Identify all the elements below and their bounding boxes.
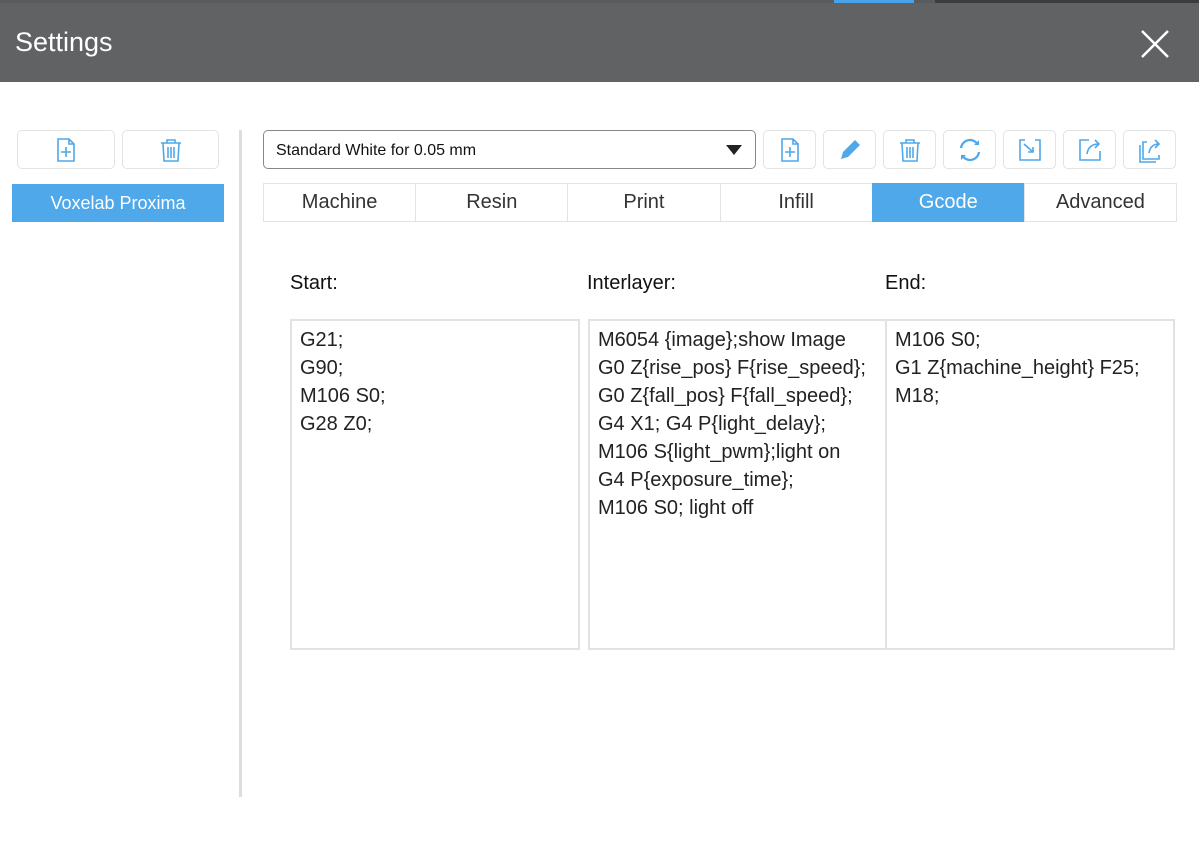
profile-select[interactable]: Standard White for 0.05 mm: [263, 130, 756, 169]
tab-machine[interactable]: Machine: [263, 183, 417, 222]
title-bar: Settings: [0, 3, 1199, 82]
trash-icon: [160, 138, 181, 162]
trash-icon: [899, 138, 920, 162]
interlayer-gcode-label: Interlayer:: [587, 272, 676, 294]
sidebar-divider: [239, 130, 242, 797]
machine-list-item[interactable]: Voxelab Proxima: [12, 184, 224, 222]
import-profile-button[interactable]: [1003, 130, 1056, 169]
tab-advanced[interactable]: Advanced: [1023, 183, 1178, 222]
new-file-icon: [57, 137, 75, 162]
delete-machine-button[interactable]: [122, 130, 219, 169]
end-gcode-label: End:: [885, 272, 927, 294]
export-icon: [1078, 138, 1101, 161]
tab-resin[interactable]: Resin: [415, 183, 569, 222]
new-file-icon: [780, 137, 799, 162]
tab-gcode[interactable]: Gcode: [871, 183, 1025, 222]
tab-infill[interactable]: Infill: [719, 183, 873, 222]
start-gcode-label: Start:: [290, 272, 338, 294]
new-profile-button[interactable]: [763, 130, 816, 169]
refresh-profile-button[interactable]: [943, 130, 996, 169]
tab-print[interactable]: Print: [567, 183, 721, 222]
chevron-down-icon: [726, 145, 742, 155]
pencil-icon: [840, 139, 860, 159]
settings-tabs: Machine Resin Print Infill Gcode Advance…: [263, 183, 1178, 222]
end-gcode-textarea[interactable]: M106 S0; G1 Z{machine_height} F25; M18;: [885, 319, 1175, 650]
delete-profile-button[interactable]: [883, 130, 936, 169]
profile-select-value: Standard White for 0.05 mm: [276, 142, 477, 159]
export-all-icon: [1138, 138, 1160, 163]
export-all-button[interactable]: [1123, 130, 1176, 169]
close-icon[interactable]: [1138, 27, 1172, 61]
edit-profile-button[interactable]: [823, 130, 876, 169]
window-title: Settings: [15, 27, 113, 57]
add-machine-button[interactable]: [17, 130, 115, 169]
import-icon: [1018, 138, 1041, 161]
refresh-icon: [959, 138, 980, 161]
interlayer-gcode-textarea[interactable]: M6054 {image};show Image G0 Z{rise_pos} …: [588, 319, 887, 650]
export-profile-button[interactable]: [1063, 130, 1116, 169]
start-gcode-textarea[interactable]: G21; G90; M106 S0; G28 Z0;: [290, 319, 580, 650]
